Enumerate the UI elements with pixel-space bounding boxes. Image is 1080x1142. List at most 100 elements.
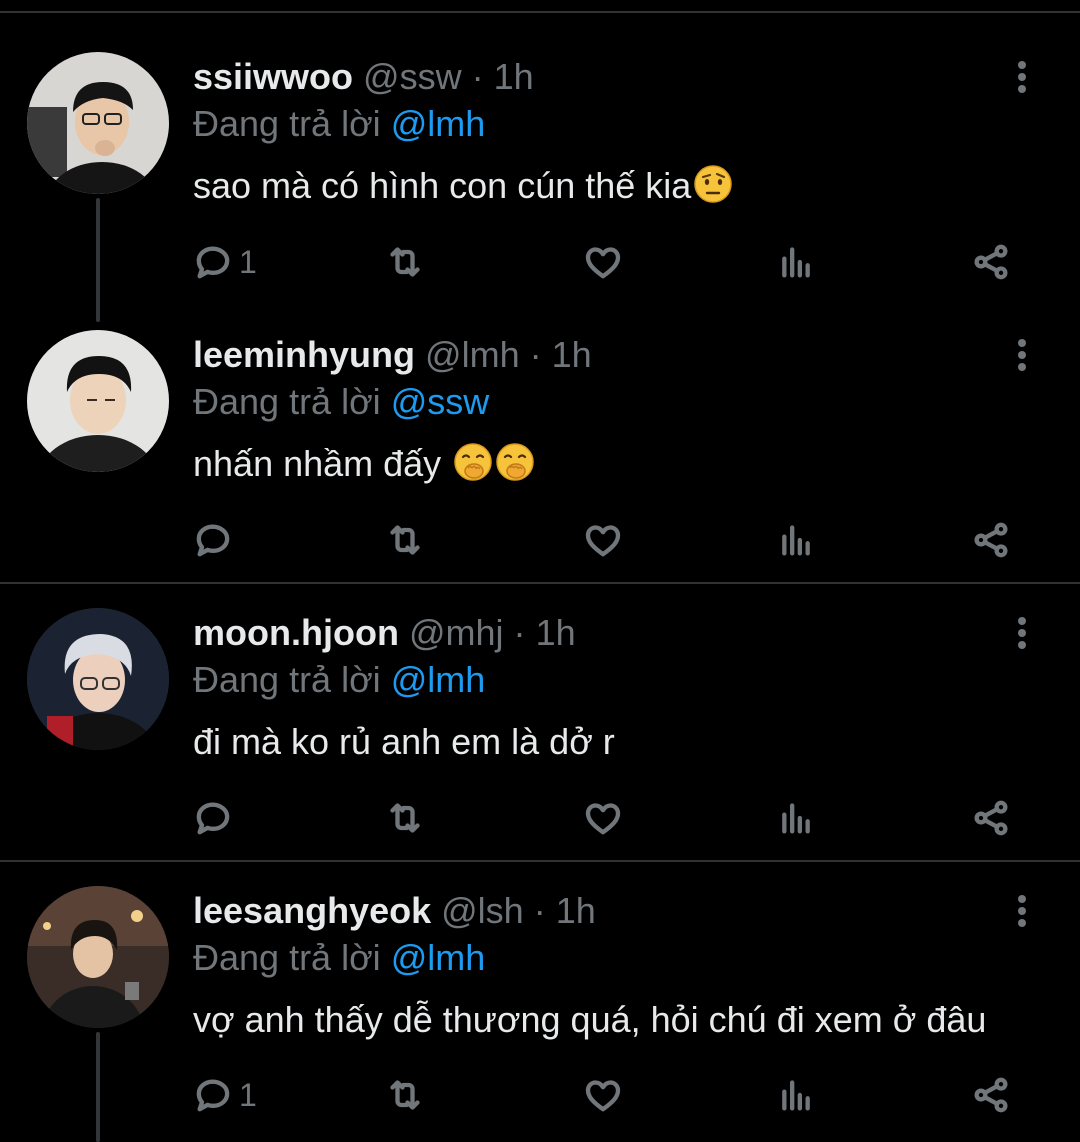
replying-to: Đang trả lời @lmh bbox=[193, 936, 485, 980]
reply-bubble-icon bbox=[193, 1075, 233, 1115]
reply-button[interactable]: 1 bbox=[193, 1073, 257, 1117]
avatar[interactable] bbox=[27, 52, 169, 194]
more-options-button[interactable] bbox=[1008, 55, 1036, 99]
like-button[interactable] bbox=[583, 796, 623, 840]
avatar[interactable] bbox=[27, 886, 169, 1028]
reply-button[interactable] bbox=[193, 796, 239, 840]
share-icon bbox=[971, 242, 1011, 282]
user-handle[interactable]: @lsh bbox=[441, 890, 524, 931]
views-button[interactable] bbox=[776, 240, 816, 284]
top-divider bbox=[0, 11, 1080, 13]
user-handle[interactable]: @lmh bbox=[425, 334, 520, 375]
share-icon bbox=[971, 520, 1011, 560]
retweet-icon bbox=[385, 242, 425, 282]
action-bar: 1 bbox=[193, 240, 1023, 284]
views-button[interactable] bbox=[776, 1073, 816, 1117]
mention-link[interactable]: @lmh bbox=[391, 937, 486, 978]
like-button[interactable] bbox=[583, 1073, 623, 1117]
bar-chart-icon bbox=[776, 798, 816, 838]
bar-chart-icon bbox=[776, 242, 816, 282]
more-vertical-icon bbox=[1018, 339, 1026, 347]
like-button[interactable] bbox=[583, 240, 623, 284]
tweet-text-content: sao mà có hình con cún thế kia bbox=[193, 165, 692, 206]
replying-label: Đang trả lời bbox=[193, 381, 381, 422]
tweet-text-content: vợ anh thấy dễ thương quá, hỏi chú đi xe… bbox=[193, 999, 987, 1040]
timestamp[interactable]: 1h bbox=[552, 334, 592, 375]
bar-chart-icon bbox=[776, 520, 816, 560]
reply-count: 1 bbox=[239, 243, 257, 280]
share-button[interactable] bbox=[971, 240, 1011, 284]
tweet-header: leesanghyeok @lsh · 1h bbox=[193, 889, 596, 933]
heart-icon bbox=[583, 798, 623, 838]
face-with-raised-eyebrow-emoji bbox=[693, 164, 733, 204]
tweet-header: ssiiwwoo @ssw · 1h bbox=[193, 55, 534, 99]
heart-icon bbox=[583, 1075, 623, 1115]
tweet-text: nhấn nhầm đấy bbox=[193, 442, 535, 486]
retweet-button[interactable] bbox=[385, 1073, 425, 1117]
thread-connector bbox=[96, 198, 100, 322]
more-options-button[interactable] bbox=[1008, 611, 1036, 655]
share-icon bbox=[971, 1075, 1011, 1115]
share-button[interactable] bbox=[971, 518, 1011, 562]
tweet-text: sao mà có hình con cún thế kia bbox=[193, 164, 733, 208]
display-name[interactable]: leesanghyeok bbox=[193, 890, 431, 931]
mention-link[interactable]: @ssw bbox=[391, 381, 490, 422]
more-vertical-icon bbox=[1018, 617, 1026, 625]
action-bar: 1 bbox=[193, 1073, 1023, 1117]
action-bar bbox=[193, 796, 1023, 840]
tweet-divider bbox=[0, 860, 1080, 862]
timestamp[interactable]: 1h bbox=[556, 890, 596, 931]
views-button[interactable] bbox=[776, 518, 816, 562]
action-bar bbox=[193, 518, 1023, 562]
reply-count: 1 bbox=[239, 1076, 257, 1113]
tweet-divider bbox=[0, 582, 1080, 584]
avatar[interactable] bbox=[27, 608, 169, 750]
separator: · bbox=[513, 612, 526, 653]
replying-label: Đang trả lời bbox=[193, 659, 381, 700]
reply-bubble-icon bbox=[193, 242, 233, 282]
avatar[interactable] bbox=[27, 330, 169, 472]
reply-button[interactable] bbox=[193, 518, 239, 562]
more-options-button[interactable] bbox=[1008, 889, 1036, 933]
more-vertical-icon bbox=[1018, 61, 1026, 69]
reply-bubble-icon bbox=[193, 798, 233, 838]
retweet-button[interactable] bbox=[385, 240, 425, 284]
more-vertical-icon bbox=[1018, 895, 1026, 903]
display-name[interactable]: ssiiwwoo bbox=[193, 56, 353, 97]
user-handle[interactable]: @mhj bbox=[409, 612, 504, 653]
replying-to: Đang trả lời @lmh bbox=[193, 102, 485, 146]
replying-label: Đang trả lời bbox=[193, 103, 381, 144]
views-button[interactable] bbox=[776, 796, 816, 840]
user-handle[interactable]: @ssw bbox=[363, 56, 462, 97]
tweet-header: moon.hjoon @mhj · 1h bbox=[193, 611, 576, 655]
retweet-icon bbox=[385, 520, 425, 560]
face-with-hand-over-mouth-emoji bbox=[495, 442, 535, 482]
tweet-text: đi mà ko rủ anh em là dở r bbox=[193, 720, 615, 764]
replying-label: Đang trả lời bbox=[193, 937, 381, 978]
like-button[interactable] bbox=[583, 518, 623, 562]
thread-connector bbox=[96, 1032, 100, 1142]
timestamp[interactable]: 1h bbox=[494, 56, 534, 97]
separator: · bbox=[533, 890, 546, 931]
share-button[interactable] bbox=[971, 1073, 1011, 1117]
display-name[interactable]: moon.hjoon bbox=[193, 612, 399, 653]
retweet-button[interactable] bbox=[385, 518, 425, 562]
bar-chart-icon bbox=[776, 1075, 816, 1115]
mention-link[interactable]: @lmh bbox=[391, 103, 486, 144]
separator: · bbox=[471, 56, 484, 97]
tweet-text: vợ anh thấy dễ thương quá, hỏi chú đi xe… bbox=[193, 998, 986, 1042]
face-with-hand-over-mouth-emoji bbox=[453, 442, 493, 482]
retweet-button[interactable] bbox=[385, 796, 425, 840]
tweet-text-content: nhấn nhầm đấy bbox=[193, 443, 452, 484]
timestamp[interactable]: 1h bbox=[536, 612, 576, 653]
share-button[interactable] bbox=[971, 796, 1011, 840]
replying-to: Đang trả lời @ssw bbox=[193, 380, 489, 424]
heart-icon bbox=[583, 242, 623, 282]
display-name[interactable]: leeminhyung bbox=[193, 334, 415, 375]
more-options-button[interactable] bbox=[1008, 333, 1036, 377]
tweet-header: leeminhyung @lmh · 1h bbox=[193, 333, 592, 377]
mention-link[interactable]: @lmh bbox=[391, 659, 486, 700]
retweet-icon bbox=[385, 798, 425, 838]
reply-button[interactable]: 1 bbox=[193, 240, 257, 284]
reply-bubble-icon bbox=[193, 520, 233, 560]
